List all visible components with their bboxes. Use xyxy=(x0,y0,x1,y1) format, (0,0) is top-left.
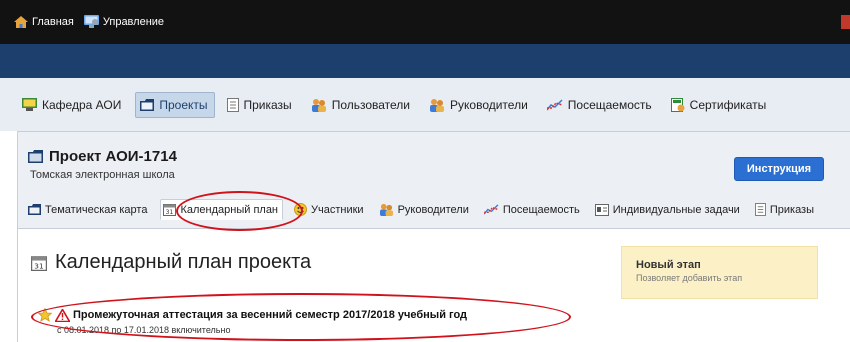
content-title-text: Календарный план проекта xyxy=(55,251,312,273)
header-band xyxy=(0,44,850,78)
project-title: Проект АОИ-1714 xyxy=(28,148,177,165)
main-nav: Кафедра АОИ Проекты Приказы Пользователи… xyxy=(0,78,850,131)
tab-label: Тематическая карта xyxy=(45,203,148,216)
tab-label: Индивидуальные задачи xyxy=(612,203,740,216)
folder-icon xyxy=(140,98,155,111)
nav-item-attendance[interactable]: Посещаемость xyxy=(542,92,659,118)
instruction-button[interactable]: Инструкция xyxy=(734,157,824,181)
project-card: Проект АОИ-1714 Томская электронная школ… xyxy=(17,131,850,342)
users-icon xyxy=(311,98,327,112)
nav-item-label: Руководители xyxy=(450,97,528,112)
nav-item-supervisors[interactable]: Руководители xyxy=(424,92,535,118)
stage-title-text[interactable]: Промежуточная аттестация за весенний сем… xyxy=(73,309,467,321)
warning-icon xyxy=(55,308,70,322)
certificate-icon xyxy=(670,97,685,112)
nav-item-label: Сертификаты xyxy=(689,97,767,112)
tab-thematic-map[interactable]: Тематическая карта xyxy=(26,201,151,219)
star-icon[interactable] xyxy=(38,308,52,322)
nav-item-department[interactable]: Кафедра АОИ xyxy=(17,92,128,118)
tab-attendance[interactable]: Посещаемость xyxy=(482,201,584,219)
home-link-label: Главная xyxy=(32,15,74,28)
chart-line-icon xyxy=(483,204,499,215)
top-bar: Главная Управление xyxy=(0,0,850,44)
monitor-icon xyxy=(22,98,37,111)
project-header: Проект АОИ-1714 Томская электронная школ… xyxy=(18,132,850,229)
admin-link[interactable]: Управление xyxy=(83,15,165,28)
task-icon xyxy=(594,203,609,216)
new-stage-panel[interactable]: Новый этап Позволяет добавить этап xyxy=(621,246,818,299)
document-icon xyxy=(754,203,766,216)
admin-monitor-icon xyxy=(83,15,99,28)
chart-line-icon xyxy=(546,98,563,111)
tab-label: Участники xyxy=(311,203,364,216)
nav-item-certificates[interactable]: Сертификаты xyxy=(666,92,774,118)
svg-text:31: 31 xyxy=(34,261,44,270)
admin-link-label: Управление xyxy=(102,15,165,28)
svg-text:31: 31 xyxy=(166,209,174,216)
stage-title[interactable]: Промежуточная аттестация за весенний сем… xyxy=(38,308,467,322)
content-title: 31 Календарный план проекта xyxy=(31,251,311,274)
nav-item-label: Кафедра АОИ xyxy=(42,97,122,112)
tab-orders[interactable]: Приказы xyxy=(753,200,818,219)
tab-label: Календарный план xyxy=(180,203,279,216)
project-subtitle: Томская электронная школа xyxy=(30,169,175,181)
nav-item-users[interactable]: Пользователи xyxy=(306,92,417,118)
top-nav: Главная Управление xyxy=(14,15,174,28)
tab-label: Приказы xyxy=(769,203,815,216)
nav-item-label: Посещаемость xyxy=(567,97,652,112)
nav-item-label: Пользователи xyxy=(331,97,411,112)
document-icon xyxy=(226,97,239,112)
users-icon xyxy=(379,203,394,216)
folder-icon xyxy=(28,204,41,215)
stage-dates: с 08.01.2018 по 17.01.2018 включительно xyxy=(57,325,231,335)
new-stage-title[interactable]: Новый этап xyxy=(636,259,817,271)
home-link[interactable]: Главная xyxy=(14,15,74,28)
project-tabs: Тематическая карта 31 Календарный план У… xyxy=(26,199,827,220)
nav-item-label: Приказы xyxy=(243,97,292,112)
nav-item-orders[interactable]: Приказы xyxy=(222,92,299,118)
home-icon xyxy=(14,15,28,28)
nav-item-label: Проекты xyxy=(159,97,208,112)
tab-label: Руководители xyxy=(397,203,469,216)
smiley-icon xyxy=(294,203,308,216)
tab-calendar-plan[interactable]: 31 Календарный план xyxy=(160,199,284,220)
exit-icon[interactable] xyxy=(841,15,850,29)
tab-participants[interactable]: Участники xyxy=(292,200,368,219)
users-icon xyxy=(429,98,445,112)
nav-item-projects[interactable]: Проекты xyxy=(135,91,215,118)
tab-label: Посещаемость xyxy=(502,203,580,216)
tab-supervisors[interactable]: Руководители xyxy=(377,200,473,219)
project-title-text: Проект АОИ-1714 xyxy=(49,148,177,165)
tab-individual-tasks[interactable]: Индивидуальные задачи xyxy=(593,201,744,219)
calendar-icon: 31 xyxy=(163,203,177,216)
new-stage-subtitle: Позволяет добавить этап xyxy=(636,273,743,283)
folder-icon xyxy=(28,150,43,163)
calendar-icon: 31 xyxy=(31,255,47,271)
